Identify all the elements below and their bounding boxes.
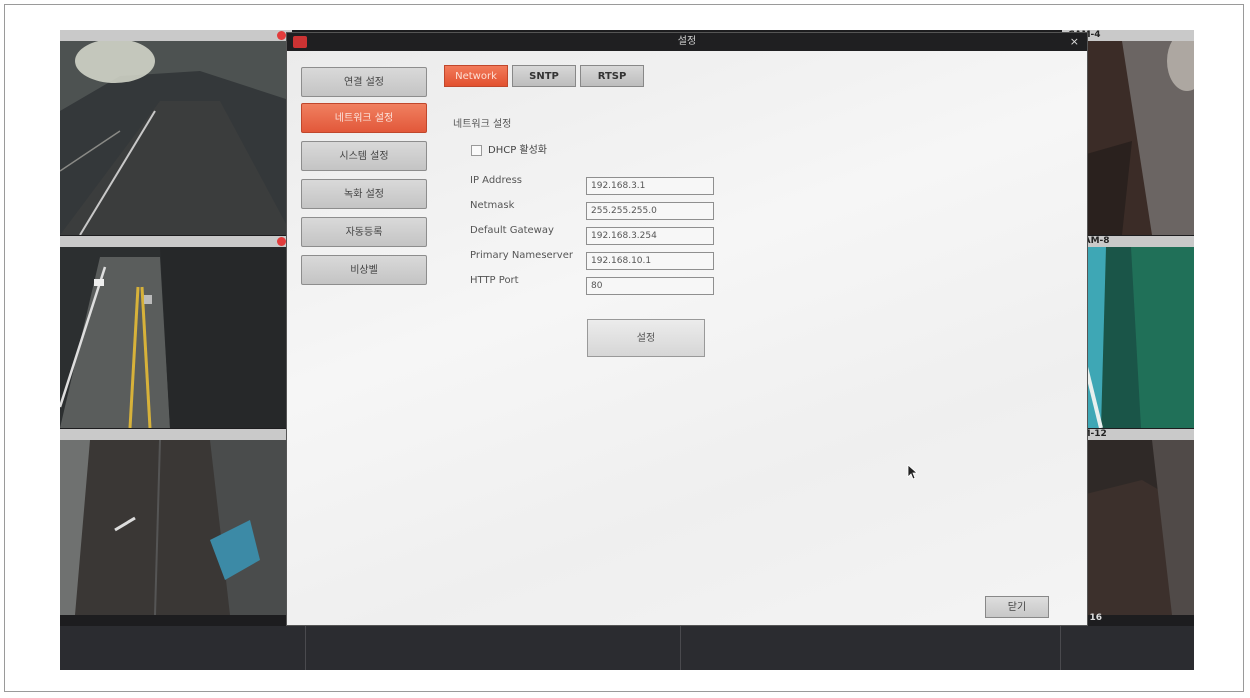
dhcp-label: DHCP 활성화 [488,145,548,156]
camera-label: CAM-8 [1071,236,1194,247]
default-gateway-input[interactable] [586,227,714,245]
dialog-titlebar: 설정 × [287,33,1087,51]
section-title: 네트워크 설정 [453,119,512,130]
close-button[interactable]: 닫기 [985,596,1049,618]
netmask-label: Netmask [470,200,515,211]
sidebar-item-connection[interactable]: 연결 설정 [301,67,427,97]
netmask-input[interactable] [586,202,714,220]
camera-feed [60,247,292,428]
app-logo-icon [293,36,307,48]
camera-feed [60,39,292,235]
camera-feed [60,439,305,615]
primary-nameserver-input[interactable] [586,252,714,270]
sidebar-item-system[interactable]: 시스템 설정 [301,141,427,171]
apply-button[interactable]: 설정 [587,319,705,357]
ip-address-input[interactable] [586,177,714,195]
dialog-body: 연결 설정 네트워크 설정 시스템 설정 녹화 설정 자동등록 비상벨 Netw… [287,51,1087,625]
camera-tile-left-top[interactable] [60,30,292,235]
record-indicator-icon [277,237,286,246]
sidebar-item-emergency-bell[interactable]: 비상벨 [301,255,427,285]
camera-label [60,429,305,440]
dialog-title: 설정 [677,36,697,47]
tab-network[interactable]: Network [444,65,508,87]
camera-label [60,236,292,247]
settings-dialog: 설정 × 연결 설정 네트워크 설정 시스템 설정 녹화 설정 자동등록 비상벨… [287,33,1087,625]
dhcp-checkbox[interactable] [471,144,482,156]
camera-tile-left-bottom[interactable] [60,429,305,615]
http-port-input[interactable] [586,277,714,295]
sidebar-item-network[interactable]: 네트워크 설정 [301,103,427,133]
record-indicator-icon [277,31,286,40]
ip-address-label: IP Address [470,175,522,186]
nvr-screen: CAM-4 CAM-8 CAM-12 [60,30,1194,670]
close-icon[interactable]: × [1070,33,1079,51]
mouse-cursor-icon [907,464,919,480]
bottom-taskbar [60,626,1194,670]
camera-label [60,30,292,41]
camera-feed [1071,247,1194,428]
tab-sntp[interactable]: SNTP [512,65,576,87]
sidebar-item-recording[interactable]: 녹화 설정 [301,179,427,209]
primary-nameserver-label: Primary Nameserver [470,250,573,261]
sidebar-item-auto-register[interactable]: 자동등록 [301,217,427,247]
http-port-label: HTTP Port [470,275,519,286]
dhcp-row: DHCP 활성화 [471,141,547,156]
tab-rtsp[interactable]: RTSP [580,65,644,87]
camera-tile-left-mid[interactable] [60,236,292,428]
camera-tile-right-mid[interactable]: CAM-8 [1071,236,1194,428]
default-gateway-label: Default Gateway [470,225,554,236]
